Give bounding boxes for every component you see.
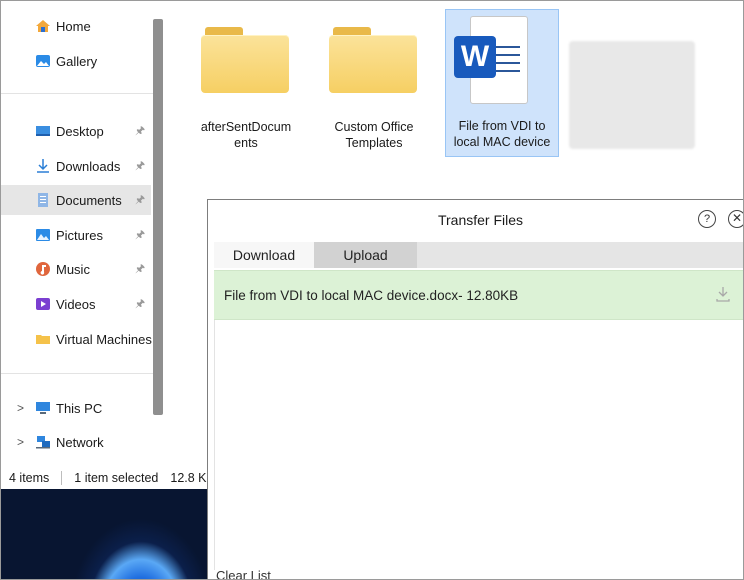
documents-icon xyxy=(38,193,48,207)
nav-label: Desktop xyxy=(56,123,104,139)
tab-download[interactable]: Download xyxy=(214,242,314,268)
desktop-icon xyxy=(36,126,50,136)
screen: Home Gallery Desktop 🖈 Downloads 🖈 Docum… xyxy=(0,0,744,580)
nav-item-home[interactable]: Home xyxy=(13,11,163,41)
nav-item-videos[interactable]: Videos 🖈 xyxy=(13,289,163,319)
nav-divider xyxy=(1,373,153,374)
file-name: local MAC device xyxy=(453,135,551,149)
chevron-right-icon[interactable]: > xyxy=(17,401,24,415)
blurred-thumbnail[interactable] xyxy=(569,41,695,149)
chevron-right-icon[interactable]: > xyxy=(17,435,24,449)
file-name: afterSentDocum xyxy=(200,120,292,134)
download-icon[interactable] xyxy=(714,285,732,303)
word-document-icon: W xyxy=(450,16,530,106)
pin-icon: 🖈 xyxy=(135,297,146,310)
nav-label: Home xyxy=(56,18,91,34)
file-item-word-document[interactable]: W File from VDI to local MAC device xyxy=(445,9,559,157)
nav-label: Music xyxy=(56,261,90,277)
transfer-files-dialog: Transfer Files ? ✕ Download Upload File … xyxy=(207,199,743,579)
nav-label: Gallery xyxy=(56,53,98,69)
music-icon xyxy=(36,262,50,276)
dialog-tabs: Download Upload xyxy=(214,242,743,268)
status-bar: 4 items 1 item selected 12.8 K xyxy=(1,467,207,489)
gallery-icon xyxy=(36,55,50,67)
nav-label: Downloads xyxy=(56,158,121,174)
transfer-file-label: File from VDI to local MAC device.docx- … xyxy=(224,287,519,303)
nav-item-gallery[interactable]: Gallery xyxy=(13,46,163,76)
nav-item-documents[interactable]: Documents 🖈 xyxy=(1,185,151,215)
pin-icon: 🖈 xyxy=(135,159,146,172)
folder-icon xyxy=(201,27,289,93)
close-icon[interactable]: ✕ xyxy=(728,210,743,228)
computer-icon xyxy=(36,402,50,414)
nav-label: Pictures xyxy=(56,227,103,243)
tab-upload[interactable]: Upload xyxy=(314,242,417,268)
nav-item-music[interactable]: Music 🖈 xyxy=(13,254,163,284)
pin-icon: 🖈 xyxy=(135,124,146,137)
transfer-list xyxy=(214,320,743,570)
nav-item-downloads[interactable]: Downloads 🖈 xyxy=(13,151,163,181)
network-icon xyxy=(36,436,50,449)
pin-icon: 🖈 xyxy=(135,262,146,275)
nav-label: Virtual Machines xyxy=(56,331,152,347)
clear-list-button[interactable]: Clear List xyxy=(216,568,271,579)
status-item-count: 4 items xyxy=(9,471,50,485)
nav-label: Videos xyxy=(56,296,96,312)
transfer-list-item[interactable]: File from VDI to local MAC device.docx- … xyxy=(214,270,743,320)
file-name: Templates xyxy=(345,136,403,150)
download-arrow-icon xyxy=(37,159,49,173)
dialog-title: Transfer Files xyxy=(437,212,524,228)
nav-item-this-pc[interactable]: > This PC xyxy=(13,393,163,423)
status-divider xyxy=(61,471,63,485)
desktop-wallpaper xyxy=(1,489,207,579)
nav-item-network[interactable]: > Network xyxy=(13,427,163,457)
file-name: ents xyxy=(234,136,258,150)
status-selected: 1 item selected xyxy=(74,471,159,485)
folder-icon xyxy=(36,335,50,344)
folder-icon xyxy=(329,27,417,93)
file-name: File from VDI to xyxy=(458,119,546,133)
nav-divider xyxy=(1,93,153,94)
pin-icon: 🖈 xyxy=(135,193,146,206)
nav-item-virtual-machines[interactable]: Virtual Machines xyxy=(13,324,163,354)
videos-icon xyxy=(36,298,50,310)
nav-scrollbar[interactable] xyxy=(153,19,163,415)
explorer-nav-pane: Home Gallery Desktop 🖈 Downloads 🖈 Docum… xyxy=(1,1,166,489)
nav-item-desktop[interactable]: Desktop 🖈 xyxy=(13,116,163,146)
status-size: 12.8 K xyxy=(170,471,207,485)
pictures-icon xyxy=(36,229,50,241)
nav-label: Documents xyxy=(56,192,122,208)
help-icon[interactable]: ? xyxy=(698,210,716,228)
file-name: Custom Office xyxy=(334,120,414,134)
nav-label: Network xyxy=(56,434,104,450)
home-icon xyxy=(36,20,50,32)
nav-item-pictures[interactable]: Pictures 🖈 xyxy=(13,220,163,250)
pin-icon: 🖈 xyxy=(135,228,146,241)
nav-label: This PC xyxy=(56,400,103,416)
